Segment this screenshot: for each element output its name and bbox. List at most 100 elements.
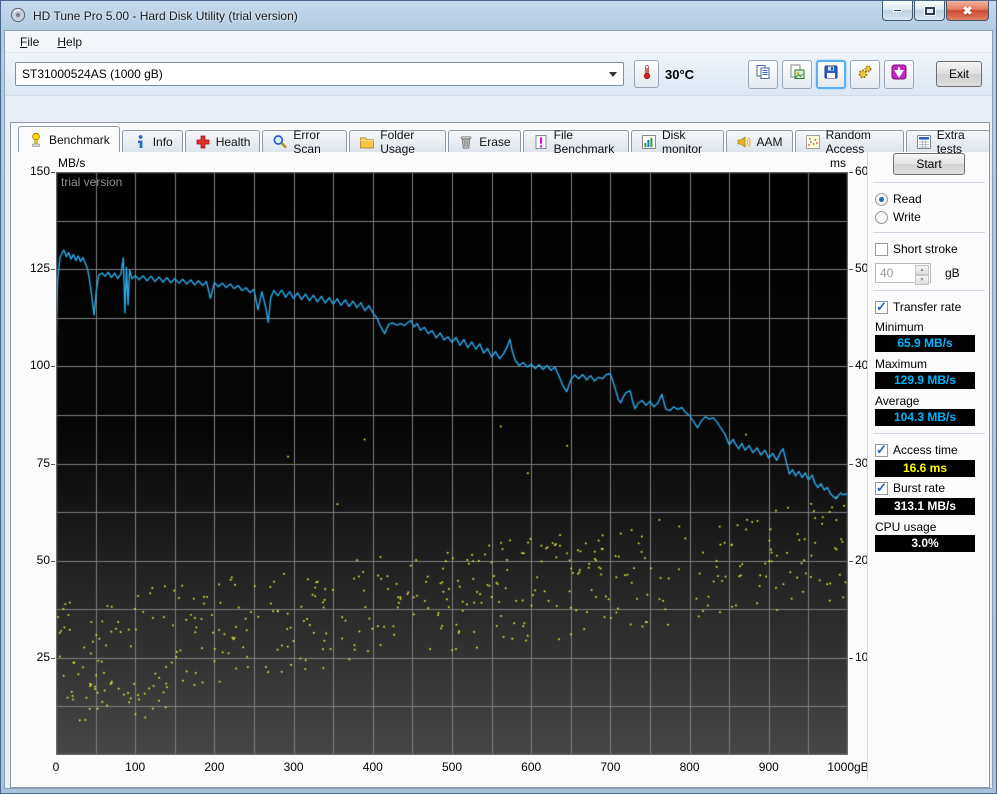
update-icon [891,64,907,85]
tick-mark [51,269,55,270]
copy-image-icon [789,64,805,85]
radio-icon [875,211,888,224]
spin-up-icon: ▲ [915,265,929,275]
extra-tests-icon [916,134,932,150]
tab-label: Erase [479,135,510,149]
chevron-down-icon [609,72,617,77]
benchmark-chart-canvas [56,172,848,755]
checkbox-icon [875,301,888,314]
update-button[interactable] [884,60,914,89]
left-axis-tick: 75 [16,456,50,470]
burst-rate-checkbox[interactable]: Burst rate [875,480,985,496]
x-axis-tick: 1000gB [818,760,878,774]
options-button[interactable] [850,60,880,89]
x-axis-tick: 400 [343,760,403,774]
temperature-button[interactable] [634,60,659,88]
tick-mark [849,172,853,173]
tab-label: Disk monitor [662,128,714,156]
copy-image-button[interactable] [782,60,812,89]
temperature-value: 30°C [665,67,694,82]
close-button[interactable]: ✖ [946,1,989,21]
tab-label: Health [216,135,251,149]
tab-benchmark[interactable]: Benchmark [18,126,120,152]
maximize-button[interactable] [914,1,945,21]
tab-label: File Benchmark [554,128,619,156]
client-area: FileHelp ST31000524AS (1000 gB) 30°C Exi… [4,30,993,789]
x-axis-tick: 0 [26,760,86,774]
write-radio[interactable]: Write [875,209,985,225]
folder-icon [359,134,375,150]
aam-icon [736,134,752,150]
benchmark-plot: trial version MB/s ms 150125100755025605… [56,172,848,755]
tick-mark [849,658,853,659]
checkbox-icon [875,243,888,256]
minimum-label: Minimum [875,320,985,334]
thermometer-icon [639,64,655,85]
short-stroke-checkbox[interactable]: Short stroke [875,241,985,257]
tabbar: Benchmark Info Health Error ScanFolder Usag… [18,127,992,152]
right-axis-unit: ms [830,156,846,170]
menu-help[interactable]: Help [48,32,91,52]
tab-erase[interactable]: Erase [448,130,520,152]
tab-info[interactable]: Info [122,130,183,152]
access-time-checkbox[interactable]: Access time [875,442,985,458]
tick-mark [51,561,55,562]
tab-random-access[interactable]: Random Access [795,130,904,152]
close-icon: ✖ [962,5,972,17]
start-button[interactable]: Start [893,153,965,175]
divider [873,232,985,234]
short-stroke-input[interactable]: 40 ▲▼ [875,263,931,283]
tab-extra-tests[interactable]: Extra tests [906,130,990,152]
x-axis-tick: 300 [264,760,324,774]
info-icon [132,134,148,150]
radio-icon [875,193,888,206]
tab-label: Info [153,135,173,149]
exit-button[interactable]: Exit [936,61,982,87]
tab-aam[interactable]: AAM [726,130,793,152]
cpu-usage-label: CPU usage [875,520,985,534]
tick-mark [849,561,853,562]
tab-label: Benchmark [49,133,110,147]
window-title: HD Tune Pro 5.00 - Hard Disk Utility (tr… [33,9,298,23]
divider [873,433,985,435]
average-label: Average [875,394,985,408]
save-button[interactable] [816,60,846,89]
error-scan-icon [272,134,288,150]
short-stroke-unit: gB [945,266,960,280]
x-axis-tick: 800 [660,760,720,774]
left-axis-tick: 125 [16,261,50,275]
average-value: 104.3 MB/s [875,409,975,426]
right-axis-tick: 10 [855,650,889,664]
x-axis-tick: 700 [580,760,640,774]
left-axis-unit: MB/s [58,156,85,170]
file-benchmark-icon [533,134,549,150]
spinner-buttons[interactable]: ▲▼ [915,265,929,281]
tick-mark [849,464,853,465]
burst-rate-value: 313.1 MB/s [875,498,975,515]
titlebar: HD Tune Pro 5.00 - Hard Disk Utility (tr… [1,1,996,30]
x-axis-tick: 600 [501,760,561,774]
tab-health[interactable]: Health [185,130,261,152]
tab-label: Error Scan [293,128,337,156]
transfer-rate-checkbox[interactable]: Transfer rate [875,299,985,315]
copy-text-button[interactable] [748,60,778,89]
benchmark-icon [28,132,44,148]
menu-file[interactable]: File [11,32,48,52]
x-axis-tick: 200 [184,760,244,774]
tab-file-benchmark[interactable]: File Benchmark [523,130,629,152]
maximum-label: Maximum [875,357,985,371]
tick-mark [51,658,55,659]
read-radio[interactable]: Read [875,191,985,207]
tab-disk-monitor[interactable]: Disk monitor [631,130,724,152]
tab-label: Random Access [826,128,894,156]
maximum-value: 129.9 MB/s [875,372,975,389]
left-axis-tick: 150 [16,164,50,178]
benchmark-panel: trial version MB/s ms 150125100755025605… [10,122,990,788]
cpu-usage-value: 3.0% [875,535,975,552]
drive-select-dropdown[interactable]: ST31000524AS (1000 gB) [15,62,624,86]
tab-folder-usage[interactable]: Folder Usage [349,130,446,152]
tab-label: Folder Usage [380,128,436,156]
minimize-button[interactable] [882,1,913,21]
tab-error-scan[interactable]: Error Scan [262,130,347,152]
random-access-icon [805,134,821,150]
